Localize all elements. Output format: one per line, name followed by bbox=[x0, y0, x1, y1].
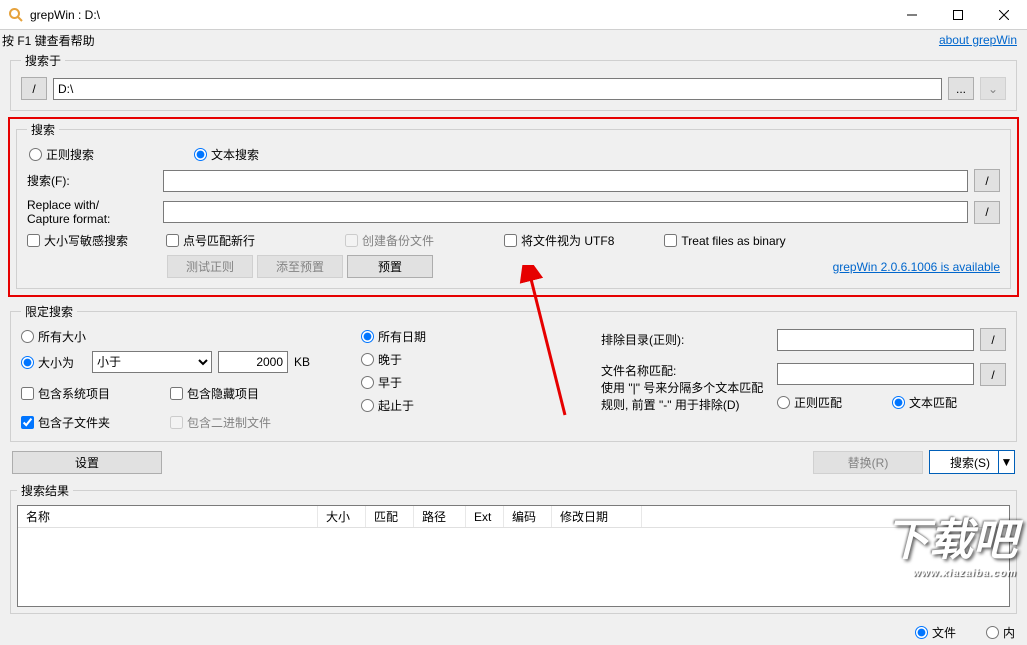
exclude-newline-button[interactable]: / bbox=[980, 328, 1006, 351]
search-button[interactable]: 搜索(S) ▼ bbox=[929, 450, 1015, 474]
f1-help-text: 按 F1 键查看帮助 bbox=[2, 32, 95, 49]
search-in-legend: 搜索于 bbox=[21, 52, 65, 69]
search-path-input[interactable] bbox=[53, 78, 942, 100]
help-bar: 按 F1 键查看帮助 about grepWin bbox=[0, 30, 1027, 50]
size-operator-select[interactable]: 小于 bbox=[92, 351, 212, 373]
size-unit-label: KB bbox=[294, 355, 310, 369]
results-legend: 搜索结果 bbox=[17, 482, 73, 499]
date-all-radio[interactable]: 所有日期 bbox=[361, 328, 511, 345]
dot-newline-check[interactable]: 点号匹配新行 bbox=[166, 232, 255, 249]
include-system-check[interactable]: 包含系统项目 bbox=[21, 385, 110, 402]
search-group: 搜索 正则搜索 文本搜索 搜索(F): / Replace with/Captu… bbox=[16, 121, 1011, 289]
exclude-dirs-input[interactable] bbox=[777, 329, 974, 351]
results-header: 名称 大小 匹配 路径 Ext 编码 修改日期 bbox=[18, 506, 1009, 528]
date-older-radio[interactable]: 早于 bbox=[361, 374, 511, 391]
filename-regex-radio[interactable]: 正则匹配 bbox=[777, 394, 842, 411]
add-preset-button[interactable]: 添至预置 bbox=[257, 255, 343, 278]
result-content-radio[interactable]: 内 bbox=[986, 624, 1015, 641]
filename-newline-button[interactable]: / bbox=[980, 363, 1006, 386]
treat-utf8-check[interactable]: 将文件视为 UTF8 bbox=[504, 232, 614, 249]
search-highlight-box: 搜索 正则搜索 文本搜索 搜索(F): / Replace with/Captu… bbox=[8, 117, 1019, 297]
limit-search-legend: 限定搜索 bbox=[21, 303, 77, 320]
col-ext[interactable]: Ext bbox=[466, 506, 504, 527]
limit-search-group: 限定搜索 所有大小 大小为 小于 KB 包含系统项目 包含隐藏项目 包含子文件夹… bbox=[10, 303, 1017, 442]
app-icon bbox=[8, 7, 24, 23]
include-binary-check: 包含二进制文件 bbox=[170, 414, 271, 431]
maximize-button[interactable] bbox=[935, 0, 981, 29]
text-mode-radio[interactable]: 文本搜索 bbox=[194, 146, 259, 163]
path-newline-button[interactable]: / bbox=[21, 77, 47, 100]
presets-button[interactable]: 预置 bbox=[347, 255, 433, 278]
update-available-link[interactable]: grepWin 2.0.6.1006 is available bbox=[833, 260, 1000, 274]
search-split-dropdown[interactable]: ▼ bbox=[998, 451, 1014, 473]
search-in-group: 搜索于 / ... ⌄ bbox=[10, 52, 1017, 111]
about-link[interactable]: about grepWin bbox=[939, 33, 1017, 47]
replace-with-input[interactable] bbox=[163, 201, 968, 223]
bottom-row: 文件 内 bbox=[0, 620, 1027, 645]
test-regex-button[interactable]: 测试正则 bbox=[167, 255, 253, 278]
window-buttons bbox=[889, 0, 1027, 29]
results-group: 搜索结果 名称 大小 匹配 路径 Ext 编码 修改日期 bbox=[10, 482, 1017, 614]
filename-match-label: 文件名称匹配: 使用 "|" 号来分隔多个文本匹配 规则, 前置 "-" 用于排… bbox=[601, 363, 771, 413]
replace-newline-button[interactable]: / bbox=[974, 201, 1000, 224]
size-is-radio[interactable]: 大小为 bbox=[21, 354, 74, 371]
size-all-radio[interactable]: 所有大小 bbox=[21, 328, 341, 345]
action-row: 设置 替换(R) 搜索(S) ▼ bbox=[0, 448, 1027, 480]
regex-mode-radio[interactable]: 正则搜索 bbox=[29, 146, 94, 163]
window-title: grepWin : D:\ bbox=[30, 8, 889, 22]
create-backup-check: 创建备份文件 bbox=[345, 232, 434, 249]
date-between-radio[interactable]: 起止于 bbox=[361, 397, 511, 414]
result-files-radio[interactable]: 文件 bbox=[915, 624, 956, 641]
path-mru-button[interactable]: ⌄ bbox=[980, 77, 1006, 100]
include-hidden-check[interactable]: 包含隐藏项目 bbox=[170, 385, 259, 402]
include-subdirs-check[interactable]: 包含子文件夹 bbox=[21, 414, 110, 431]
filename-match-input[interactable] bbox=[777, 363, 974, 385]
search-legend: 搜索 bbox=[27, 121, 59, 138]
minimize-button[interactable] bbox=[889, 0, 935, 29]
search-for-label: 搜索(F): bbox=[27, 172, 157, 189]
search-newline-button[interactable]: / bbox=[974, 169, 1000, 192]
replace-with-label: Replace with/Capture format: bbox=[27, 198, 157, 226]
treat-binary-check[interactable]: Treat files as binary bbox=[664, 234, 785, 248]
browse-button[interactable]: ... bbox=[948, 77, 974, 100]
search-for-input[interactable] bbox=[163, 170, 968, 192]
col-encoding[interactable]: 编码 bbox=[504, 506, 552, 527]
col-path[interactable]: 路径 bbox=[414, 506, 466, 527]
date-newer-radio[interactable]: 晚于 bbox=[361, 351, 511, 368]
col-matches[interactable]: 匹配 bbox=[366, 506, 414, 527]
replace-button[interactable]: 替换(R) bbox=[813, 451, 923, 474]
results-table[interactable]: 名称 大小 匹配 路径 Ext 编码 修改日期 bbox=[17, 505, 1010, 607]
col-name[interactable]: 名称 bbox=[18, 506, 318, 527]
titlebar: grepWin : D:\ bbox=[0, 0, 1027, 30]
case-sensitive-check[interactable]: 大小写敏感搜索 bbox=[27, 232, 128, 249]
exclude-dirs-label: 排除目录(正则): bbox=[601, 331, 771, 348]
filename-text-radio[interactable]: 文本匹配 bbox=[892, 394, 957, 411]
col-size[interactable]: 大小 bbox=[318, 506, 366, 527]
settings-button[interactable]: 设置 bbox=[12, 451, 162, 474]
size-value-input[interactable] bbox=[218, 351, 288, 373]
close-button[interactable] bbox=[981, 0, 1027, 29]
col-date[interactable]: 修改日期 bbox=[552, 506, 642, 527]
